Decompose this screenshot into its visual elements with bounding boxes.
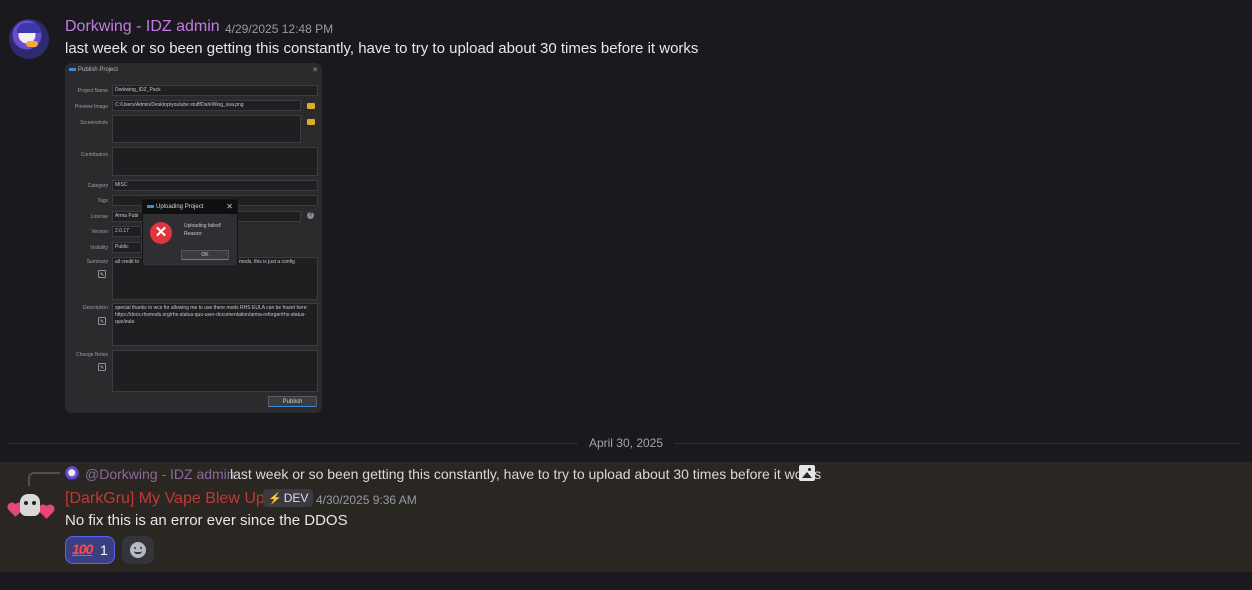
project-name-field: Dorkwing_IDZ_Pack [112,85,318,96]
folder-icon [307,103,315,109]
contributors-label: Contributors [80,152,108,158]
reply-avatar[interactable] [65,466,80,481]
project-name-label: Project Name [77,88,108,94]
message-2: @Dorkwing - IDZ admin last week or so be… [0,462,1252,572]
close-icon: ✕ [226,202,233,211]
help-icon: ? [307,212,314,219]
reply-connector [28,472,60,486]
edit-icon: ✎ [98,317,106,325]
edit-icon: ✎ [98,363,106,371]
category-label: Category [87,183,108,189]
avatar[interactable] [9,19,49,59]
ok-button: OK [181,250,229,260]
bolt-icon: ⚡ [268,493,282,505]
date-divider: April 30, 2025 [578,436,674,450]
publish-button: Publish [268,396,317,407]
contributors-field [112,147,318,176]
message-text: last week or so been getting this consta… [65,40,699,57]
window-title: Publish Project [69,67,118,73]
image-icon [799,465,815,481]
license-label: License [90,214,108,220]
error-icon: ✕ [150,222,172,244]
skull-icon [20,494,40,516]
reply-preview-text[interactable]: last week or so been getting this consta… [230,466,821,482]
edit-icon: ✎ [98,270,106,278]
reply-username[interactable]: @Dorkwing - IDZ admin [85,466,235,482]
reaction-100[interactable]: 100 1 [65,536,115,564]
app-logo-icon [69,67,76,71]
avatar-hat [17,23,41,33]
timestamp: 4/30/2025 9:36 AM [316,493,417,507]
tags-label: Tags [97,198,108,204]
visibility-label: Visibility [90,245,108,251]
preview-image-field: C:/Users/Admin/Desktop/youtube stuff/Dar… [112,100,301,111]
version-label: Version [91,229,108,235]
smiley-icon [130,542,146,558]
avatar[interactable] [8,488,53,528]
message-1: Dorkwing - IDZ admin 4/29/2025 12:48 PM … [0,0,1252,430]
category-select: MISC [112,180,318,191]
role-badge: ⚡ DEV [263,489,314,507]
preview-image-label: Preview Image [74,104,108,110]
username[interactable]: [DarkGru] My Vape Blew Up [65,490,265,508]
avatar-beak [26,41,38,47]
description-field: special thanks to wcs for allowing me to… [112,303,318,346]
error-dialog: Uploading Project ✕ ✕ Uploading failed! … [142,199,238,267]
folder-icon [307,119,315,125]
close-icon: ✕ [312,67,318,74]
username[interactable]: Dorkwing - IDZ admin [65,18,220,36]
timestamp: 4/29/2025 12:48 PM [225,22,334,36]
description-label: Description [82,305,108,311]
message-text: No fix this is an error ever since the D… [65,512,348,529]
change-notes-label: Change Notes [76,352,108,358]
add-reaction-button[interactable] [122,536,154,564]
image-attachment[interactable]: Publish Project ✕ Project Name Dorkwing_… [65,63,322,413]
version-field: 2.0.17 [112,226,142,237]
change-notes-field [112,350,318,392]
reaction-count: 1 [100,542,108,558]
summary-label: Summary [86,259,108,265]
hundred-points-icon: 100 [72,541,93,557]
visibility-select: Public [112,242,142,253]
screenshots-label: Screenshots [80,120,108,126]
dialog-title: Uploading Project [147,204,203,210]
heart-icon [40,506,53,519]
app-logo-icon [147,204,154,208]
dialog-message: Uploading failed! Reason: [184,223,222,237]
screenshots-field [112,115,301,143]
